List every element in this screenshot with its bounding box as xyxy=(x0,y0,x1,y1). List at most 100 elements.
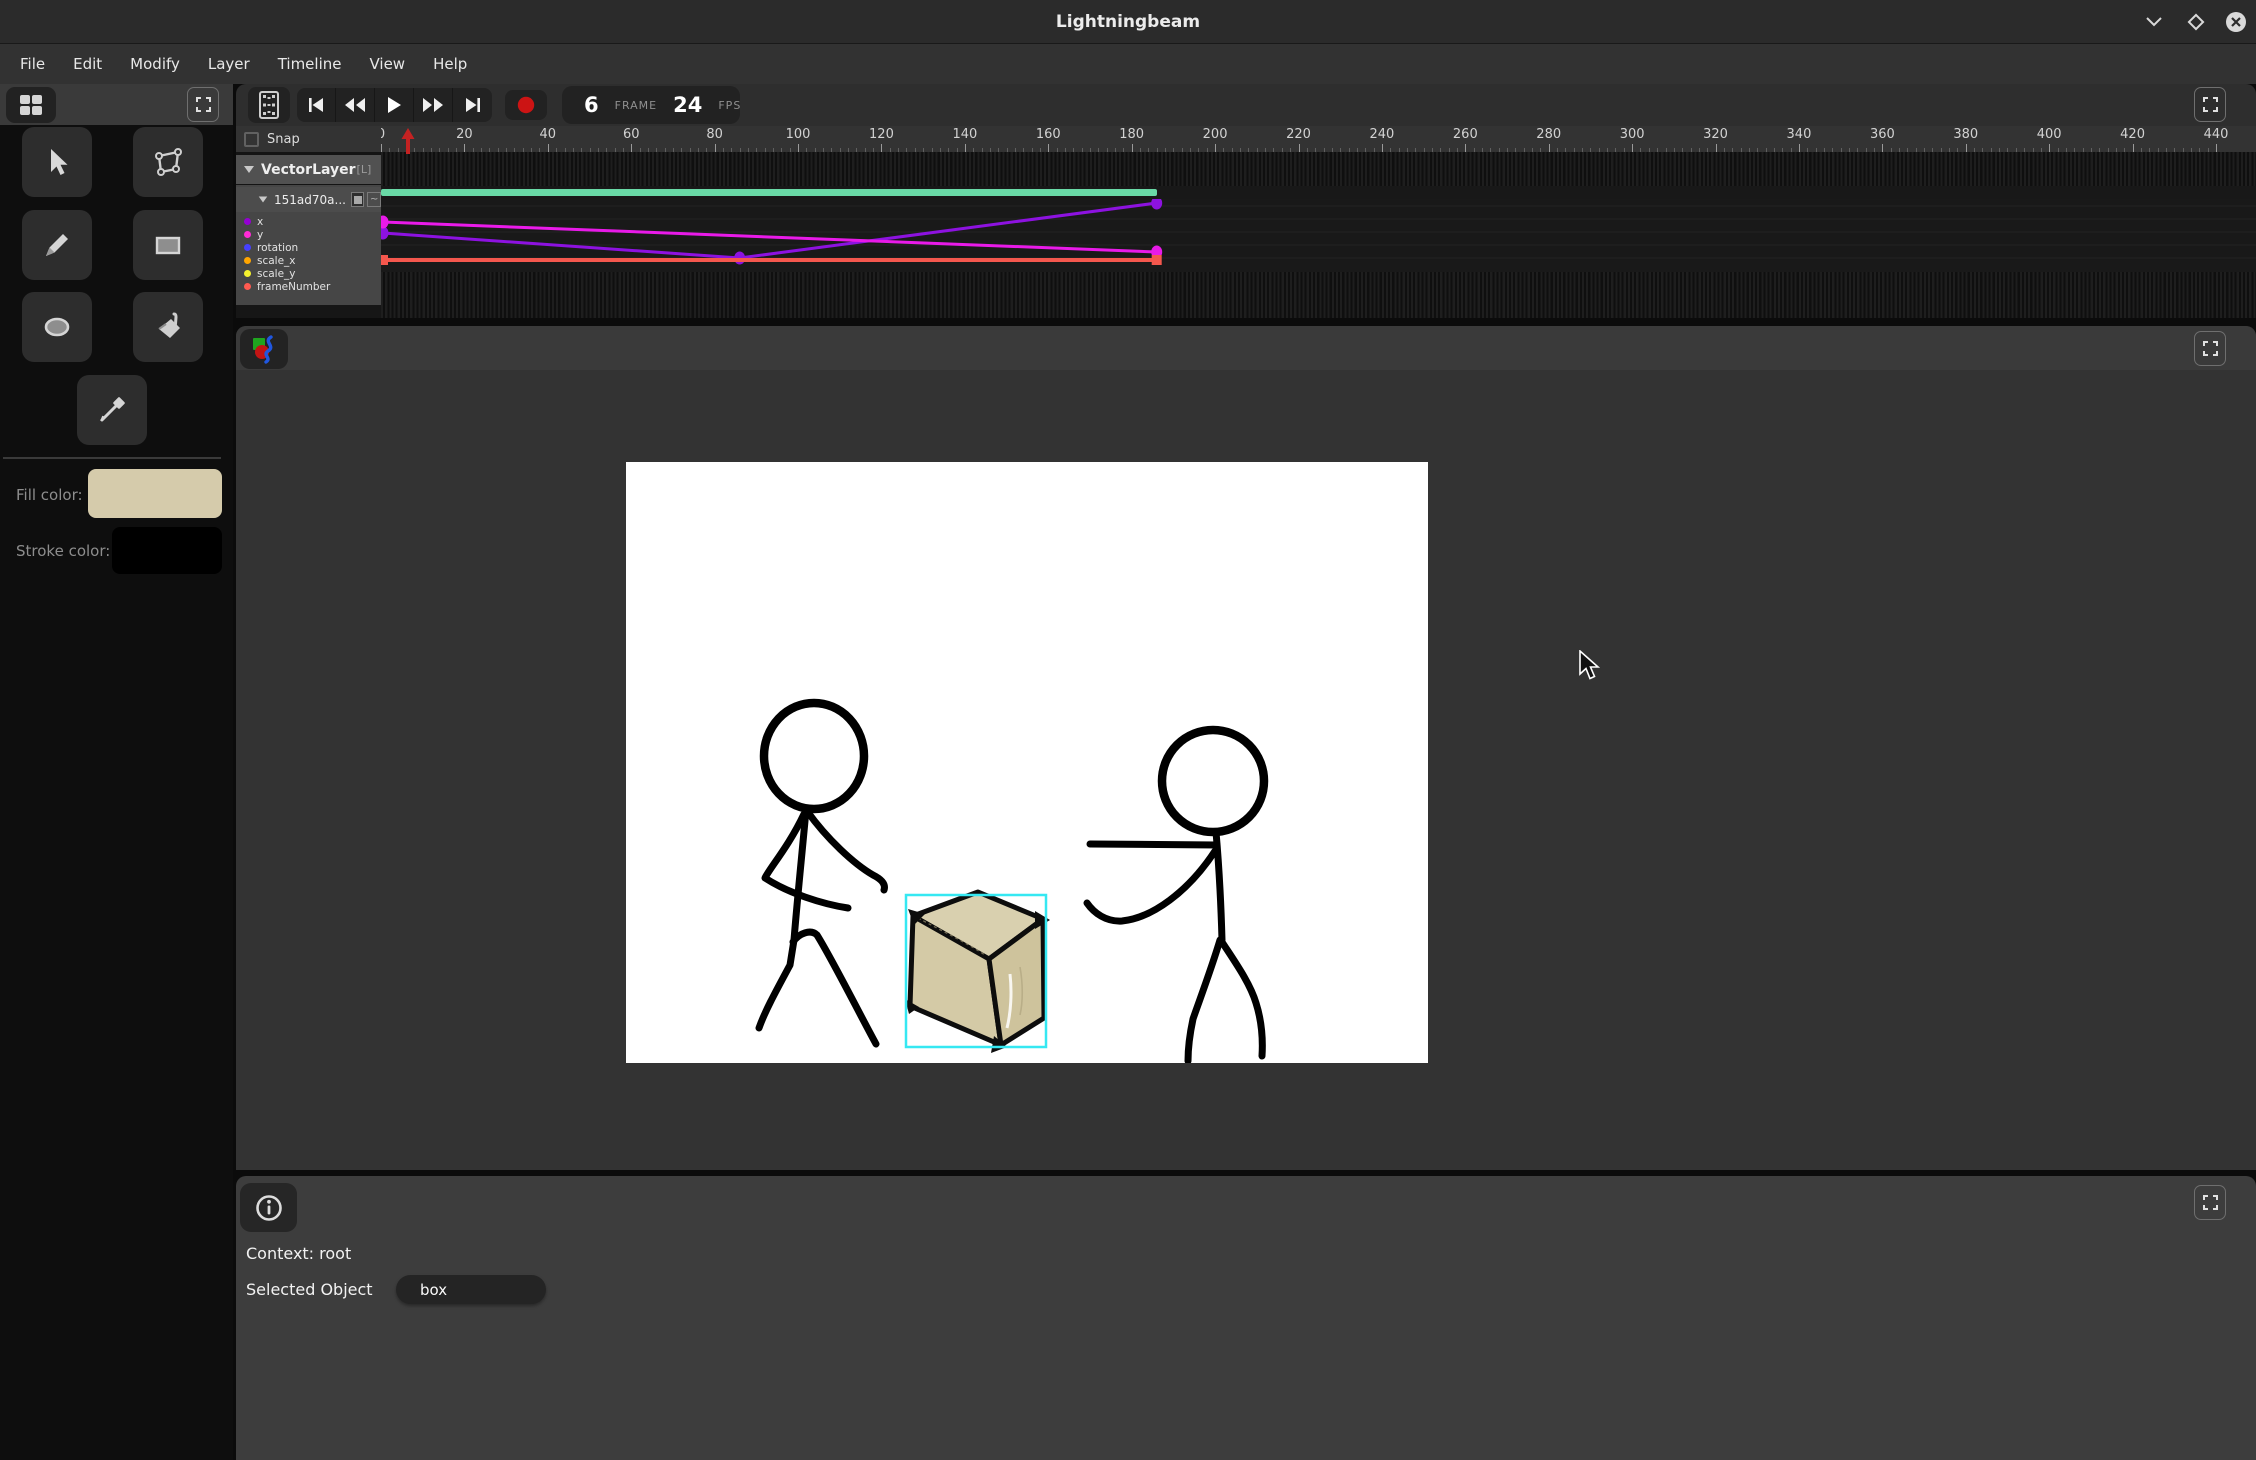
ruler-label: 240 xyxy=(1369,127,1394,142)
eyedropper-tool-button[interactable] xyxy=(77,375,147,445)
record-button[interactable] xyxy=(505,90,547,120)
skip-to-end-button[interactable] xyxy=(453,88,492,122)
selected-object-field[interactable]: box xyxy=(396,1275,546,1304)
sublayer-row[interactable]: 151ad70a... ~ xyxy=(236,187,381,212)
selected-object-label: Selected Object xyxy=(246,1280,373,1299)
property-row-x[interactable]: x xyxy=(236,215,381,228)
canvas-panel xyxy=(236,326,2256,1170)
property-name: scale_x xyxy=(257,255,296,267)
curve-x[interactable] xyxy=(383,203,1157,258)
ruler-label: 280 xyxy=(1536,127,1561,142)
keyframe-span-track[interactable] xyxy=(381,186,2256,199)
inspector-expand-button[interactable] xyxy=(2194,1185,2226,1220)
property-list: xyrotationscale_xscale_yframeNumber xyxy=(236,215,381,293)
play-button[interactable] xyxy=(375,88,414,122)
tool-panel-expand-button[interactable] xyxy=(187,87,219,122)
scene-button[interactable] xyxy=(240,329,288,369)
select-tool-button[interactable] xyxy=(22,127,92,197)
fast-forward-button[interactable] xyxy=(414,88,453,122)
property-row-rotation[interactable]: rotation xyxy=(236,241,381,254)
ruler-label: 100 xyxy=(786,127,811,142)
film-button[interactable] xyxy=(248,87,290,123)
property-row-scale_y[interactable]: scale_y xyxy=(236,267,381,280)
keyframe-span-bar[interactable] xyxy=(381,189,1157,196)
ruler-tick-major xyxy=(715,144,716,152)
snap-label: Snap xyxy=(267,132,300,147)
menu-item-edit[interactable]: Edit xyxy=(59,44,116,84)
property-name: y xyxy=(257,229,263,241)
transform-tool-button[interactable] xyxy=(133,127,203,197)
menu-item-timeline[interactable]: Timeline xyxy=(264,44,356,84)
record-icon xyxy=(517,96,535,114)
mouse-cursor xyxy=(1578,650,1602,686)
sublayer-tilde-button[interactable]: ~ xyxy=(367,192,381,207)
keyframe-frameNumber[interactable] xyxy=(381,255,388,265)
curve-editor[interactable] xyxy=(381,199,2256,272)
info-icon xyxy=(255,1194,283,1222)
property-row-y[interactable]: y xyxy=(236,228,381,241)
property-color-dot xyxy=(244,270,251,277)
ruler-tick-major xyxy=(548,144,549,152)
layer-disclosure-triangle[interactable] xyxy=(244,166,254,173)
rewind-button[interactable] xyxy=(336,88,375,122)
property-row-frameNumber[interactable]: frameNumber xyxy=(236,280,381,293)
sublayer-fill-button[interactable] xyxy=(351,192,365,207)
frame-cells-bottom[interactable] xyxy=(381,272,2256,318)
frame-cells-top[interactable] xyxy=(381,152,2256,186)
menu-item-view[interactable]: View xyxy=(355,44,419,84)
property-curves[interactable] xyxy=(381,199,2256,272)
timeline-expand-button[interactable] xyxy=(2194,87,2226,122)
playhead[interactable] xyxy=(401,128,415,154)
fill-color-swatch[interactable] xyxy=(88,469,222,518)
menu-item-file[interactable]: File xyxy=(6,44,59,84)
frame-label: FRAME xyxy=(615,99,658,112)
rectangle-tool-button[interactable] xyxy=(133,210,203,280)
curve-y[interactable] xyxy=(383,222,1157,252)
property-color-dot xyxy=(244,231,251,238)
snap-row: Snap xyxy=(236,126,381,152)
box-object[interactable] xyxy=(905,892,1050,1053)
snap-checkbox[interactable] xyxy=(244,132,259,147)
ruler-label: 140 xyxy=(952,127,977,142)
sublayer-name: 151ad70a... xyxy=(274,193,346,207)
expand-icon xyxy=(2203,97,2218,112)
keyframe-x[interactable] xyxy=(381,227,389,240)
property-row-scale_x[interactable]: scale_x xyxy=(236,254,381,267)
ruler-label: 440 xyxy=(2204,127,2229,142)
expand-icon xyxy=(196,97,211,112)
ruler-label: 60 xyxy=(623,127,640,142)
close-icon[interactable] xyxy=(2222,9,2250,35)
ruler-label: 20 xyxy=(456,127,473,142)
stage-canvas[interactable] xyxy=(626,462,1428,1063)
paint-bucket-tool-button[interactable] xyxy=(133,292,203,362)
shapes-logo-icon xyxy=(249,334,279,364)
stroke-color-label: Stroke color: xyxy=(16,542,110,560)
ruler-tick-major xyxy=(631,144,632,152)
sublayer-disclosure-triangle[interactable] xyxy=(259,197,268,203)
property-color-dot xyxy=(244,218,251,225)
app-window: Lightningbeam FileEditModifyLayerTimelin… xyxy=(0,0,2256,1460)
frame-fps-display[interactable]: 6 FRAME 24 FPS xyxy=(562,86,740,124)
keyframe-y[interactable] xyxy=(381,216,389,229)
keyframe-frameNumber[interactable] xyxy=(1152,255,1162,265)
menu-item-layer[interactable]: Layer xyxy=(194,44,264,84)
keyframe-x[interactable] xyxy=(1151,199,1162,210)
timeline-ruler[interactable]: 0204060801001201401601802002202402602803… xyxy=(381,126,2256,152)
panel-grid-button[interactable] xyxy=(6,87,56,123)
skip-to-start-button[interactable] xyxy=(297,88,336,122)
stroke-color-swatch[interactable] xyxy=(112,527,222,574)
menu-item-help[interactable]: Help xyxy=(419,44,481,84)
pencil-tool-button[interactable] xyxy=(22,210,92,280)
ellipse-tool-button[interactable] xyxy=(22,292,92,362)
info-button[interactable] xyxy=(240,1183,297,1232)
film-strip-icon xyxy=(259,91,279,119)
menu-item-modify[interactable]: Modify xyxy=(116,44,194,84)
fps-value[interactable]: 24 xyxy=(673,93,702,117)
ruler-label: 360 xyxy=(1870,127,1895,142)
frame-value[interactable]: 6 xyxy=(584,93,599,117)
maximize-icon[interactable] xyxy=(2182,9,2210,35)
minimize-icon[interactable] xyxy=(2140,9,2168,35)
ruler-tick-major xyxy=(965,144,966,152)
canvas-expand-button[interactable] xyxy=(2194,331,2226,366)
layer-row-vectorlayer[interactable]: VectorLayer [L] xyxy=(236,155,381,184)
